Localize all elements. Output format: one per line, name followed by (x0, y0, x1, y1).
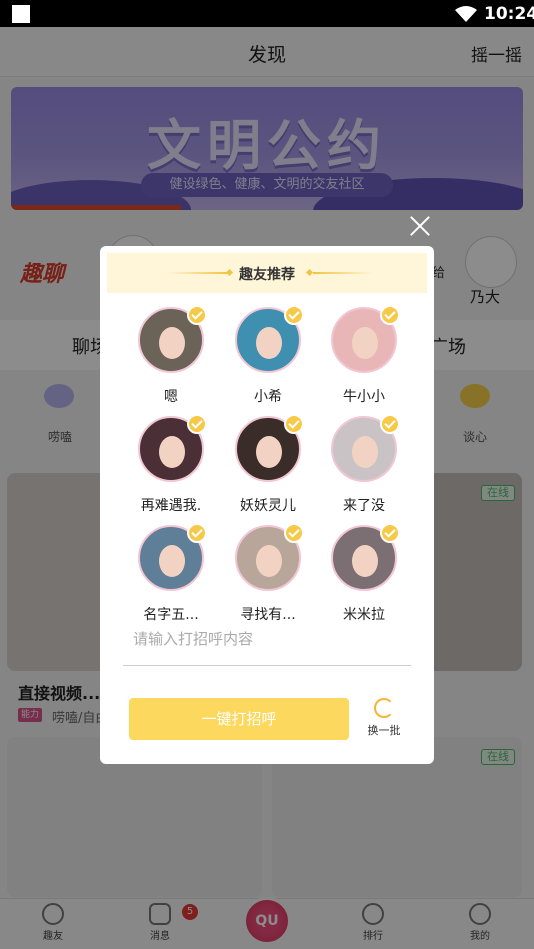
refresh-button[interactable]: 换一批 (362, 698, 406, 738)
avatar-photo (256, 545, 282, 577)
check-icon[interactable] (380, 414, 400, 434)
avatar-photo (352, 327, 378, 359)
avatar-photo (256, 327, 282, 359)
greet-all-button[interactable]: 一键打招呼 (129, 698, 349, 740)
check-icon[interactable] (187, 305, 207, 325)
check-icon[interactable] (187, 523, 207, 543)
status-bar: 10:24 (0, 0, 534, 27)
check-icon[interactable] (284, 523, 304, 543)
user-name: 再难遇我. (140, 498, 202, 514)
greeting-input[interactable] (133, 630, 403, 648)
check-icon[interactable] (187, 414, 207, 434)
check-icon[interactable] (380, 305, 400, 325)
user-name: 嗯 (164, 389, 178, 405)
avatar-photo (159, 327, 185, 359)
user-name: 来了没 (343, 498, 385, 514)
user-name: 小希 (254, 389, 282, 405)
recommend-dialog: 趣友推荐 嗯小希牛小小再难遇我.妖妖灵儿来了没名字五...寻找有...米米拉 一… (100, 246, 434, 764)
divider (313, 272, 373, 274)
user-name: 妖妖灵儿 (240, 498, 296, 514)
check-icon[interactable] (284, 305, 304, 325)
check-icon[interactable] (380, 523, 400, 543)
dialog-title: 趣友推荐 (239, 267, 295, 283)
refresh-icon (374, 698, 394, 718)
user-name: 牛小小 (343, 389, 385, 405)
avatar-photo (352, 436, 378, 468)
avatar-photo (159, 545, 185, 577)
dialog-header: 趣友推荐 (107, 253, 427, 293)
greeting-field[interactable] (123, 616, 411, 666)
avatar-photo (159, 436, 185, 468)
close-icon[interactable] (408, 214, 432, 238)
notification-icon (12, 5, 30, 23)
wifi-icon (455, 6, 477, 22)
check-icon[interactable] (284, 414, 304, 434)
refresh-label: 换一批 (367, 724, 401, 737)
clock: 10:24 (484, 4, 534, 24)
avatar-photo (256, 436, 282, 468)
avatar-photo (352, 545, 378, 577)
